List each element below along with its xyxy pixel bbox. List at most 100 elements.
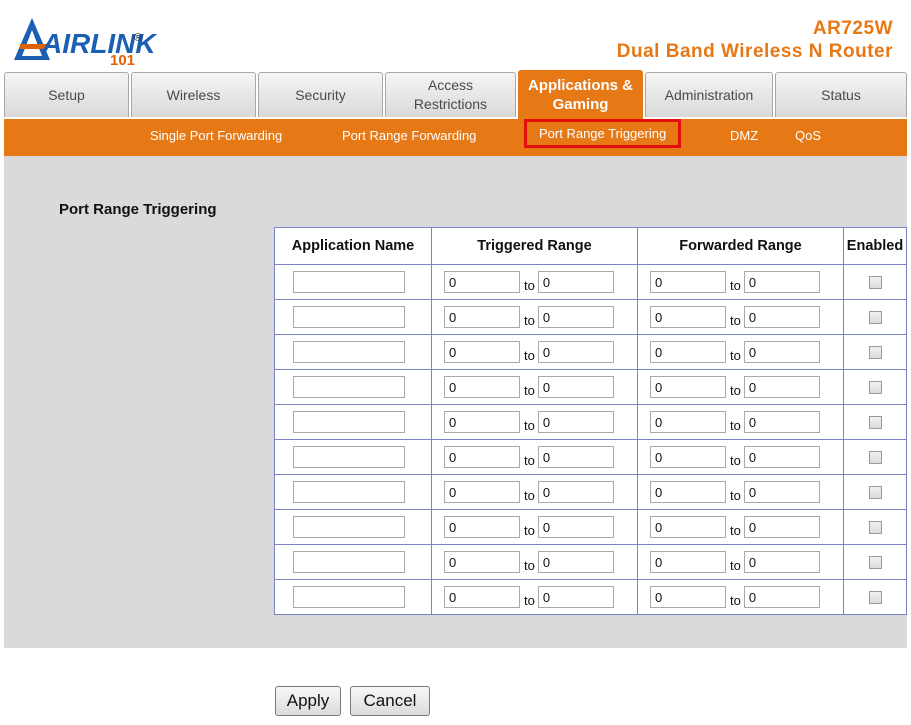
triggered-start-port-input[interactable]	[444, 481, 520, 503]
triggered-start-port-input[interactable]	[444, 516, 520, 538]
application-name-input[interactable]	[293, 446, 405, 468]
forwarded-end-port-input[interactable]	[743, 481, 820, 503]
forwarded-start-port-input[interactable]	[650, 446, 726, 468]
forwarded-range-cell: to	[637, 334, 844, 370]
application-name-input[interactable]	[293, 586, 405, 608]
triggered-end-port-input[interactable]	[537, 306, 614, 328]
triggered-range-cell: to	[431, 439, 638, 475]
forwarded-end-port-input[interactable]	[743, 411, 820, 433]
tab-status[interactable]: Status	[775, 72, 907, 117]
airlink-logo: AIRLINK ® 101	[12, 8, 156, 70]
enabled-checkbox[interactable]	[868, 275, 882, 289]
triggered-end-port-input[interactable]	[537, 551, 614, 573]
tab-applications-gaming[interactable]: Applications & Gaming	[518, 70, 643, 119]
table-row: to to	[274, 369, 907, 405]
tab-security[interactable]: Security	[258, 72, 383, 117]
forwarded-end-port-input[interactable]	[743, 341, 820, 363]
forwarded-start-port-input[interactable]	[650, 481, 726, 503]
table-row: to to	[274, 334, 907, 370]
range-to-label: to	[730, 417, 741, 433]
forwarded-end-port-input[interactable]	[743, 551, 820, 573]
forwarded-end-port-input[interactable]	[743, 586, 820, 608]
triggered-start-port-input[interactable]	[444, 446, 520, 468]
triggered-start-port-input[interactable]	[444, 376, 520, 398]
triggered-range-cell: to	[431, 334, 638, 370]
forwarded-end-port-input[interactable]	[743, 376, 820, 398]
enabled-cell	[843, 264, 907, 300]
forwarded-range-cell: to	[637, 299, 844, 335]
enabled-checkbox[interactable]	[868, 590, 882, 604]
tab-administration[interactable]: Administration	[645, 72, 773, 117]
triggered-start-port-input[interactable]	[444, 341, 520, 363]
tab-wireless[interactable]: Wireless	[131, 72, 256, 117]
triggered-end-port-input[interactable]	[537, 411, 614, 433]
range-to-label: to	[730, 487, 741, 503]
application-name-cell	[274, 509, 432, 545]
enabled-checkbox[interactable]	[868, 345, 882, 359]
forwarded-start-port-input[interactable]	[650, 306, 726, 328]
forwarded-end-port-input[interactable]	[743, 271, 820, 293]
triggered-end-port-input[interactable]	[537, 586, 614, 608]
range-to-label: to	[730, 452, 741, 468]
tab-access-restrictions[interactable]: Access Restrictions	[385, 72, 516, 117]
apply-button[interactable]: Apply	[275, 686, 341, 716]
application-name-input[interactable]	[293, 306, 405, 328]
forwarded-start-port-input[interactable]	[650, 586, 726, 608]
forwarded-start-port-input[interactable]	[650, 271, 726, 293]
triggered-end-port-input[interactable]	[537, 341, 614, 363]
range-to-label: to	[730, 557, 741, 573]
forwarded-start-port-input[interactable]	[650, 411, 726, 433]
application-name-input[interactable]	[293, 481, 405, 503]
forwarded-range-cell: to	[637, 264, 844, 300]
enabled-checkbox[interactable]	[868, 415, 882, 429]
subnav-single-port-forwarding[interactable]: Single Port Forwarding	[150, 128, 282, 143]
triggered-end-port-input[interactable]	[537, 516, 614, 538]
forwarded-start-port-input[interactable]	[650, 376, 726, 398]
enabled-checkbox[interactable]	[868, 555, 882, 569]
forwarded-end-port-input[interactable]	[743, 446, 820, 468]
forwarded-end-port-input[interactable]	[743, 516, 820, 538]
application-name-input[interactable]	[293, 376, 405, 398]
enabled-checkbox[interactable]	[868, 310, 882, 324]
subnav-dmz[interactable]: DMZ	[730, 128, 758, 143]
range-to-label: to	[524, 312, 535, 328]
forwarded-start-port-input[interactable]	[650, 341, 726, 363]
range-to-label: to	[730, 312, 741, 328]
triggered-end-port-input[interactable]	[537, 376, 614, 398]
triggered-start-port-input[interactable]	[444, 586, 520, 608]
triggered-end-port-input[interactable]	[537, 446, 614, 468]
enabled-checkbox[interactable]	[868, 450, 882, 464]
triggered-start-port-input[interactable]	[444, 306, 520, 328]
triggered-start-port-input[interactable]	[444, 271, 520, 293]
application-name-input[interactable]	[293, 341, 405, 363]
application-name-cell	[274, 299, 432, 335]
enabled-cell	[843, 579, 907, 615]
application-name-input[interactable]	[293, 516, 405, 538]
enabled-cell	[843, 334, 907, 370]
subnav-qos[interactable]: QoS	[795, 128, 821, 143]
application-name-cell	[274, 439, 432, 475]
product-name: Dual Band Wireless N Router	[616, 41, 893, 62]
forwarded-range-cell: to	[637, 509, 844, 545]
triggered-end-port-input[interactable]	[537, 481, 614, 503]
application-name-input[interactable]	[293, 271, 405, 293]
forwarded-start-port-input[interactable]	[650, 551, 726, 573]
triggered-end-port-input[interactable]	[537, 271, 614, 293]
subnav-port-range-triggering[interactable]: Port Range Triggering	[524, 119, 682, 148]
subnav-port-range-forwarding[interactable]: Port Range Forwarding	[342, 128, 476, 143]
enabled-checkbox[interactable]	[868, 380, 882, 394]
application-name-input[interactable]	[293, 411, 405, 433]
forwarded-end-port-input[interactable]	[743, 306, 820, 328]
tab-setup[interactable]: Setup	[4, 72, 129, 117]
section-title: Port Range Triggering	[59, 201, 217, 218]
main-tabs: Setup Wireless Security Access Restricti…	[4, 70, 909, 119]
forwarded-start-port-input[interactable]	[650, 516, 726, 538]
application-name-input[interactable]	[293, 551, 405, 573]
enabled-checkbox[interactable]	[868, 520, 882, 534]
table-row: to to	[274, 474, 907, 510]
triggered-start-port-input[interactable]	[444, 411, 520, 433]
range-to-label: to	[730, 522, 741, 538]
cancel-button[interactable]: Cancel	[350, 686, 430, 716]
triggered-start-port-input[interactable]	[444, 551, 520, 573]
enabled-checkbox[interactable]	[868, 485, 882, 499]
